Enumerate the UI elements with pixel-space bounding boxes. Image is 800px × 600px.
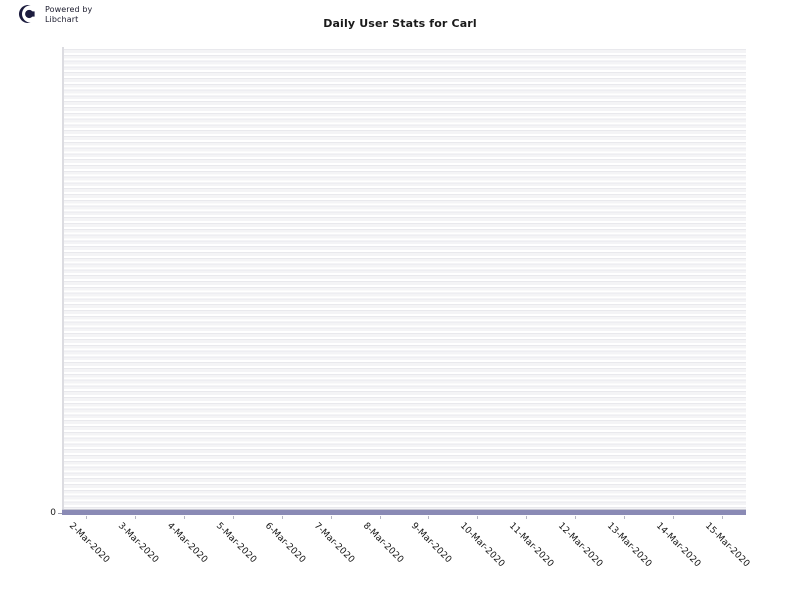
x-axis-tick [184,516,185,519]
x-axis-tick-label: 15-Mar-2020 [702,521,752,570]
x-axis-tick [282,516,283,519]
x-axis-tick [380,516,381,519]
x-axis-tick-label: 13-Mar-2020 [604,521,654,570]
data-series-line [62,510,746,515]
x-axis-tick-label: 10-Mar-2020 [457,521,507,570]
x-axis-tick-label: 5-Mar-2020 [213,521,259,566]
x-axis-tick-label: 3-Mar-2020 [115,521,161,566]
x-axis-tick [233,516,234,519]
x-axis-tick [135,516,136,519]
plot-grid-background [62,47,746,512]
x-axis-tick-label: 2-Mar-2020 [66,521,112,566]
x-axis-tick [575,516,576,519]
x-axis-tick [477,516,478,519]
plot-area-wrapper [62,47,746,512]
x-axis-tick-label: 9-Mar-2020 [408,521,454,566]
x-axis-tick-label: 14-Mar-2020 [653,521,703,570]
x-axis-tick [86,516,87,519]
x-axis-tick-label: 8-Mar-2020 [360,521,406,566]
chart-title: Daily User Stats for Carl [323,17,477,30]
x-axis-tick [428,516,429,519]
x-axis-tick-label: 4-Mar-2020 [164,521,210,566]
x-axis-tick-label: 6-Mar-2020 [262,521,308,566]
x-axis-tick [624,516,625,519]
y-axis-tick-label: 0 [50,508,56,518]
y-axis-tick-mark [58,513,62,514]
x-axis-tick-label: 11-Mar-2020 [506,521,556,570]
x-axis-tick [526,516,527,519]
x-axis-tick [722,516,723,519]
y-axis-line [62,47,64,512]
x-axis-tick [673,516,674,519]
x-axis-tick-label: 12-Mar-2020 [555,521,605,570]
x-axis-tick [331,516,332,519]
x-axis-tick-label: 7-Mar-2020 [311,521,357,566]
